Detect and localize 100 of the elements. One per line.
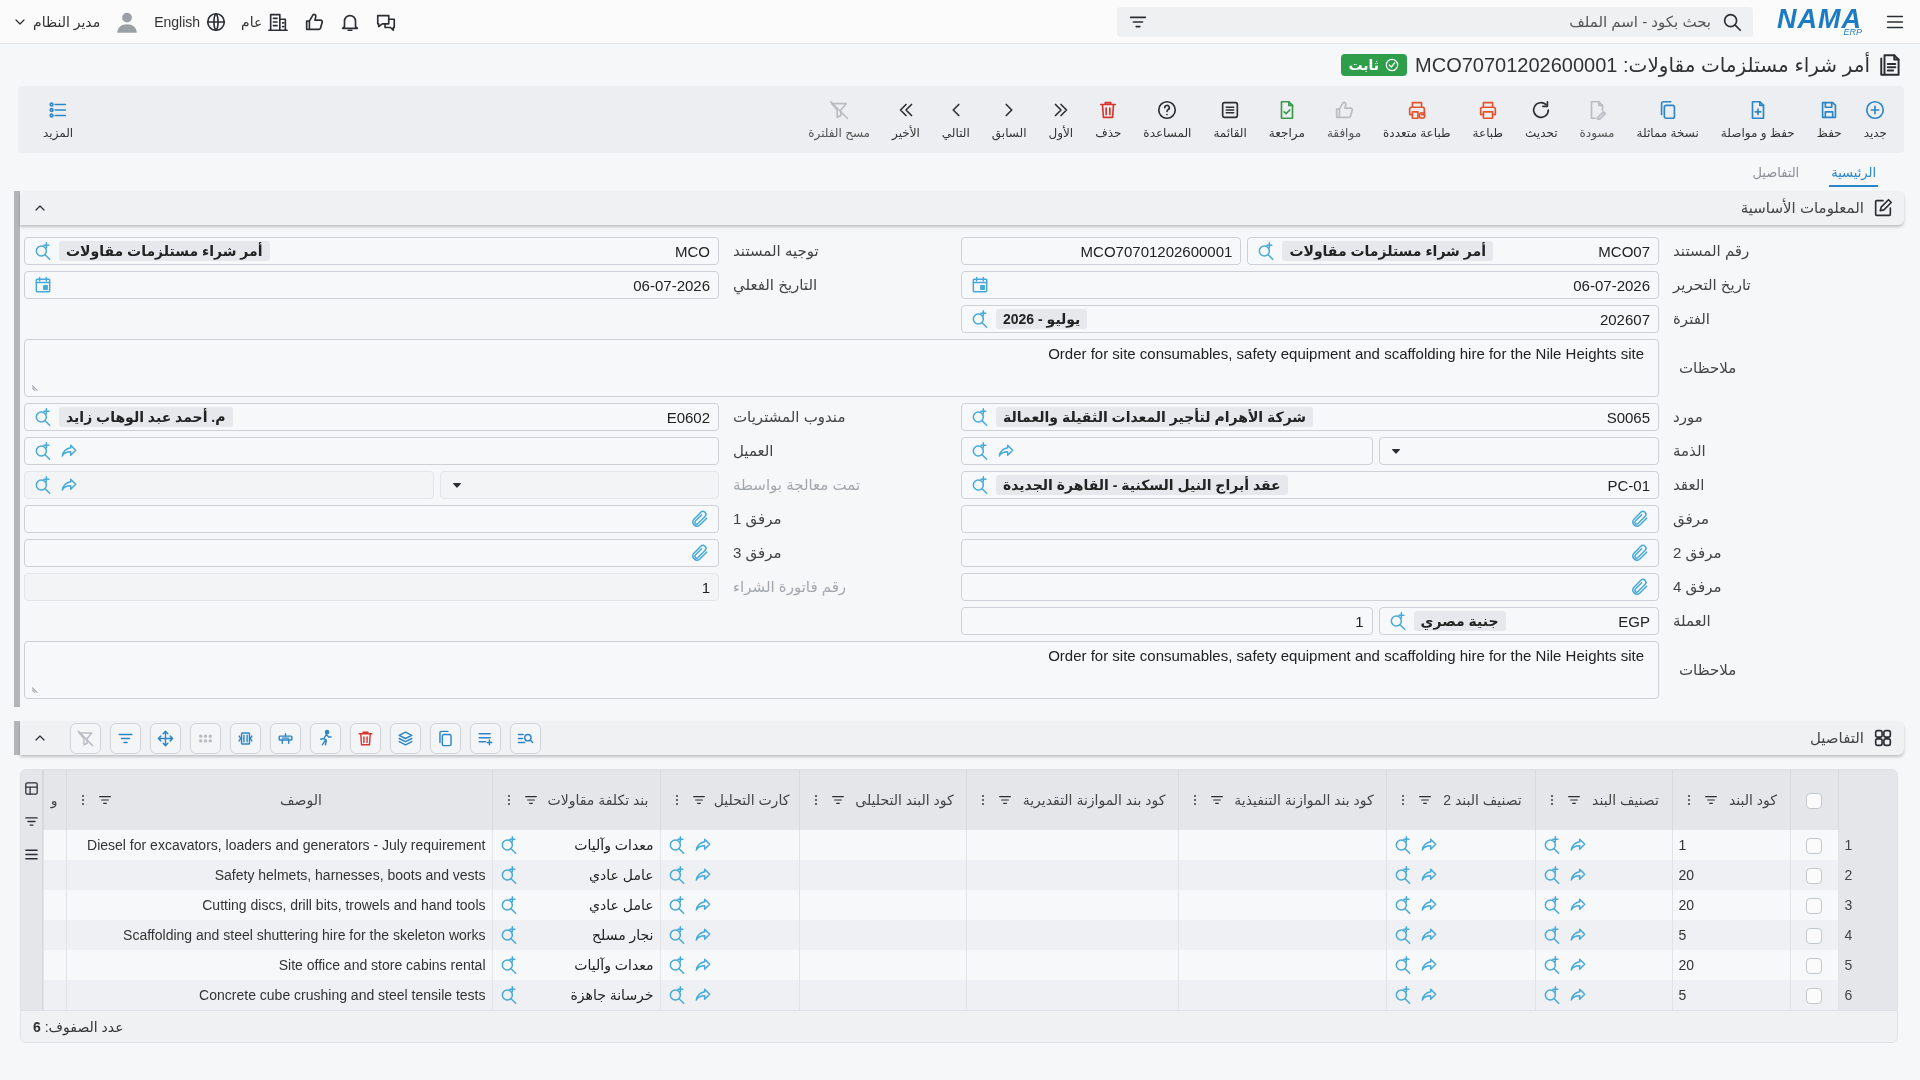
tool-button[interactable] (270, 722, 301, 754)
text-field: 1 (24, 573, 719, 601)
checkbox[interactable] (1806, 867, 1822, 884)
field-label: مورد (1672, 407, 1704, 428)
search-plus-icon[interactable] (33, 441, 53, 461)
search-plus-icon[interactable] (970, 475, 990, 495)
toolbar-button[interactable]: حفظ و مواصلة (1709, 99, 1806, 140)
table-cell: خرسانة جاهزة (570, 987, 654, 1003)
search-plus-icon[interactable] (970, 407, 990, 427)
tool-button[interactable] (150, 722, 181, 754)
date-field[interactable]: 06-07-2026 (961, 271, 1659, 299)
paperclip-icon[interactable] (690, 543, 710, 563)
attachment-field[interactable] (961, 539, 1659, 567)
tool-button[interactable] (110, 722, 141, 754)
toolbar-button[interactable]: السابق (980, 99, 1038, 140)
toolbar-button[interactable]: جديد (1852, 99, 1898, 140)
checkbox[interactable] (1806, 897, 1822, 914)
toolbar-button[interactable]: طباعة (1461, 99, 1515, 140)
tool-button[interactable] (470, 722, 501, 754)
column-header[interactable]: كود بند الموازنة التنفيذية (1230, 792, 1378, 808)
paperclip-icon[interactable] (690, 509, 710, 529)
attachment-field[interactable] (961, 505, 1659, 533)
row-number: 5 (1838, 950, 1897, 980)
paperclip-icon[interactable] (1630, 577, 1650, 597)
section-title: المعلومات الأساسية (1740, 199, 1864, 217)
attachment-field[interactable] (961, 573, 1659, 601)
toolbar-button[interactable]: طباعة متعددة (1372, 99, 1462, 140)
search-plus-icon[interactable] (33, 241, 53, 261)
notes-field[interactable]: Order for site consumables, safety equipment and scaffolding hire for the Nile Heights site (24, 641, 1659, 699)
column-header[interactable]: كارت التحليل (712, 792, 791, 808)
logo-subtext: ERP (1843, 27, 1862, 37)
toolbar-button[interactable]: الأخير (881, 99, 931, 140)
tool-button[interactable] (310, 722, 341, 754)
organization-button[interactable]: عام (241, 10, 290, 33)
trash-icon (356, 728, 375, 748)
toolbar-button[interactable]: حفظ (1805, 99, 1853, 140)
toolbar-button[interactable]: التالي (930, 99, 981, 140)
column-header[interactable]: كود البند التحليلى (851, 792, 958, 808)
row-number: 3 (1838, 890, 1897, 920)
search-field[interactable]: بحث بكود - اسم الملف (1117, 6, 1753, 37)
field-label: رقم المستند (1672, 241, 1751, 262)
checkbox[interactable] (1806, 987, 1822, 1004)
name-chip: أمر شراء مستلزمات مقاولات (1282, 241, 1493, 261)
tool-button[interactable] (390, 722, 421, 754)
notes-field[interactable]: Order for site consumables, safety equipment and scaffolding hire for the Nile Heights site (24, 339, 1659, 397)
field-label: الفترة (1672, 309, 1711, 330)
calendar-icon[interactable] (33, 275, 53, 295)
tool-button[interactable] (430, 722, 461, 754)
dropdown-field[interactable] (1378, 437, 1659, 465)
search-input[interactable]: بحث بكود - اسم الملف (1157, 12, 1713, 31)
toolbar-button[interactable]: مراجعة (1257, 99, 1316, 140)
text-field[interactable]: 1 (961, 607, 1373, 635)
checkbox[interactable] (1806, 837, 1822, 854)
tool-button[interactable] (350, 722, 381, 754)
column-header[interactable]: تصنيف البند 2 (1438, 792, 1527, 808)
text-field[interactable]: MCO70701202600001 (961, 237, 1242, 265)
column-header[interactable]: تصنيف البند (1587, 792, 1664, 808)
date-field[interactable]: 06-07-2026 (24, 271, 719, 299)
checkbox[interactable] (1806, 927, 1822, 944)
column-header[interactable]: كود بند الموازنة التقديرية (1018, 792, 1170, 808)
column-header[interactable]: كود البند (1724, 792, 1782, 808)
paperclip-icon[interactable] (1630, 509, 1650, 529)
column-header[interactable]: بند تكلفة مقاولات (544, 792, 652, 808)
table-cell: نجار مسلح (592, 927, 654, 943)
toolbar-button[interactable]: القائمة (1202, 99, 1258, 140)
more-button[interactable]: المزيد (32, 99, 85, 140)
grid-icon (1872, 727, 1894, 749)
tool-button[interactable] (510, 722, 541, 754)
calendar-icon[interactable] (970, 275, 990, 295)
checkbox[interactable] (1806, 792, 1822, 809)
paperclip-icon[interactable] (1630, 543, 1650, 563)
search-plus-icon[interactable] (33, 407, 53, 427)
lookup-field[interactable] (961, 437, 1373, 465)
name-chip: يوليو - 2026 (996, 309, 1088, 329)
user-menu-button[interactable]: مدير النظام (12, 13, 101, 30)
toolbar-button[interactable]: تحديث (1514, 99, 1569, 140)
language-button[interactable]: English (154, 10, 228, 33)
plus-circle-icon (1864, 99, 1887, 121)
toolbar-button[interactable]: نسخة مماثلة (1625, 99, 1710, 140)
status-text: ثابت (1348, 57, 1380, 73)
search-plus-icon[interactable] (970, 309, 990, 329)
toolbar-button[interactable]: المساعدة (1132, 99, 1203, 140)
row-number: 2 (1838, 860, 1897, 890)
column-header[interactable]: و (50, 792, 58, 808)
field-label: مرفق 2 (1672, 543, 1723, 564)
checkbox[interactable] (1806, 957, 1822, 974)
lookup-field[interactable] (24, 437, 719, 465)
attachment-field[interactable] (24, 505, 719, 533)
globe-icon (205, 10, 228, 33)
search-plus-icon[interactable] (970, 441, 990, 461)
attachment-field[interactable] (24, 539, 719, 567)
tab[interactable]: الرئيسية (1829, 159, 1878, 187)
table-icon[interactable] (22, 780, 40, 797)
layers-icon (396, 728, 415, 748)
check-circle-icon (1384, 57, 1401, 73)
toolbar-button[interactable]: حذف (1084, 99, 1133, 140)
toolbar-button[interactable]: الأول (1037, 99, 1085, 140)
tool-button[interactable] (230, 722, 261, 754)
field-label: مرفق (1672, 509, 1710, 530)
field-label: تاريخ التحرير (1671, 275, 1752, 296)
